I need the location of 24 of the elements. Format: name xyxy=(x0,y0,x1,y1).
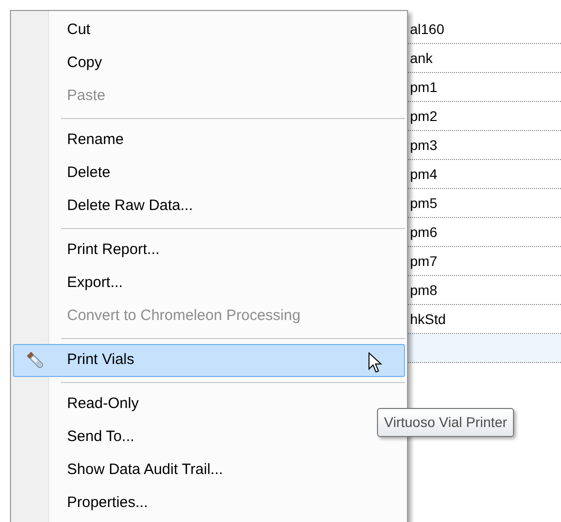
mouse-pointer-icon xyxy=(368,352,382,374)
table-cell-text: pm2 xyxy=(409,106,438,126)
menu-item[interactable]: Properties... xyxy=(13,487,405,520)
menu-item[interactable]: Show Data Audit Trail... xyxy=(13,454,405,487)
table-row[interactable] xyxy=(408,334,561,363)
table-cell-text: pm4 xyxy=(409,164,438,184)
menu-item[interactable]: Delete Raw Data... xyxy=(13,190,405,223)
table-cell-text: al160 xyxy=(409,20,444,38)
table-cell-text: pm5 xyxy=(409,194,438,213)
menu-item[interactable]: Copy xyxy=(13,47,405,80)
table-cell-text: ank xyxy=(409,48,433,68)
menu-item[interactable]: Print Vials xyxy=(13,344,405,377)
table-cell-text: pm7 xyxy=(409,252,438,271)
menu-item[interactable]: Delete xyxy=(13,157,405,190)
tooltip: Virtuoso Vial Printer xyxy=(377,408,514,437)
menu-item[interactable]: Cut xyxy=(13,14,405,47)
table-cell-text: pm3 xyxy=(409,136,438,155)
table-cell-text: pm6 xyxy=(409,222,438,242)
table-cell-text: pm8 xyxy=(409,280,438,300)
menu-item[interactable]: Print Report... xyxy=(13,234,405,267)
menu-item[interactable]: Export... xyxy=(13,267,405,300)
menu-item[interactable]: Rename xyxy=(13,124,405,157)
table-cell-text: hkStd xyxy=(409,310,446,328)
table-cell-text: pm1 xyxy=(409,78,438,97)
